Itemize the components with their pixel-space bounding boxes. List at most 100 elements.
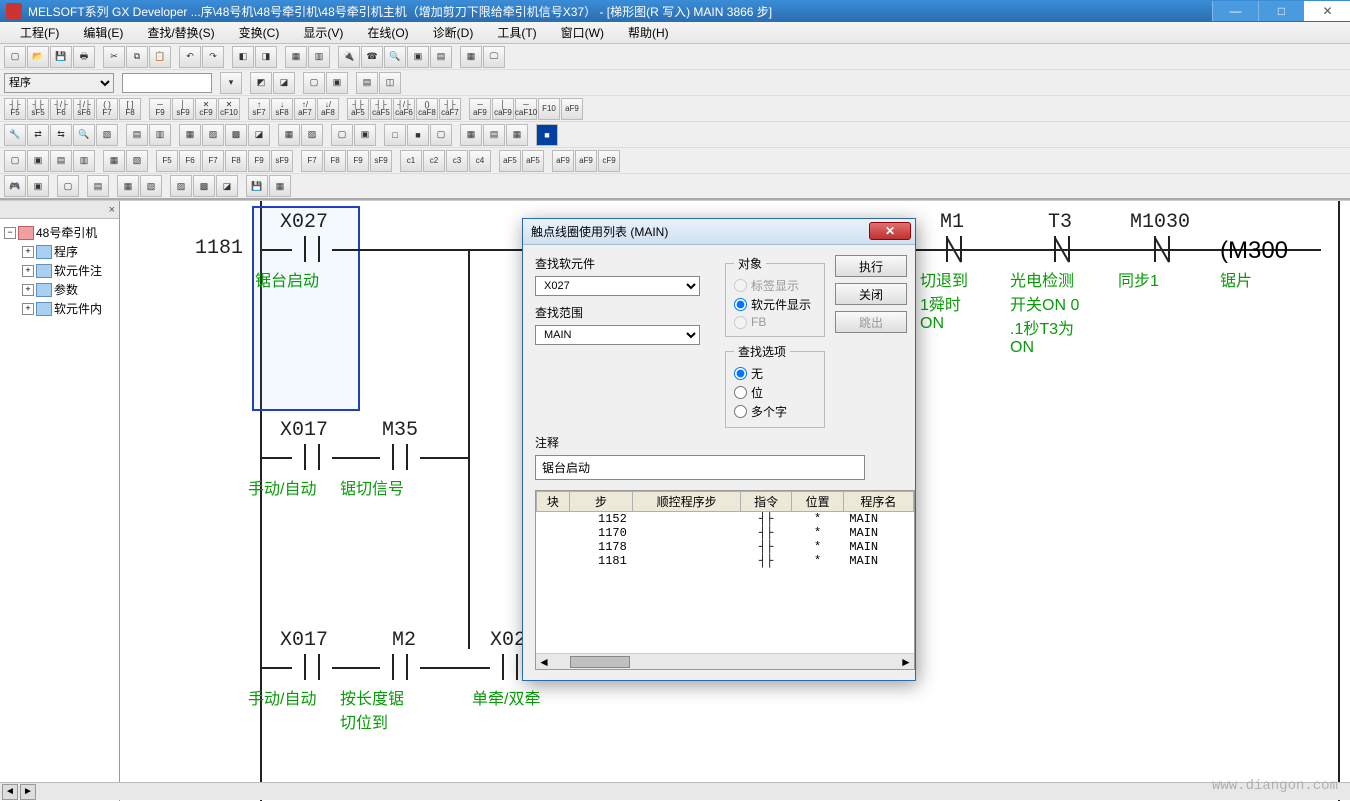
tbtn[interactable]: ✕cF10 bbox=[218, 98, 240, 120]
tbtn[interactable]: ▢ bbox=[4, 150, 26, 172]
tbtn[interactable]: F7 bbox=[202, 150, 224, 172]
menu-tools[interactable]: 工具(T) bbox=[485, 22, 548, 43]
tbtn[interactable]: ◪ bbox=[273, 72, 295, 94]
menu-project[interactable]: 工程(F) bbox=[8, 22, 71, 43]
menu-online[interactable]: 在线(O) bbox=[355, 22, 420, 43]
cut-icon[interactable]: ✂ bbox=[103, 46, 125, 68]
tbtn[interactable]: ┤├sF5 bbox=[27, 98, 49, 120]
collapse-icon[interactable]: − bbox=[4, 227, 16, 239]
tbtn[interactable]: ┤├caF5 bbox=[370, 98, 392, 120]
table-row[interactable]: 1181┤├*MAIN bbox=[537, 554, 914, 568]
menu-view[interactable]: 显示(V) bbox=[291, 22, 355, 43]
tree-node-param[interactable]: + 参数 bbox=[22, 280, 115, 299]
tbtn[interactable]: ◧ bbox=[232, 46, 254, 68]
menu-edit[interactable]: 编辑(E) bbox=[71, 22, 135, 43]
table-row[interactable]: 1152┤├*MAIN bbox=[537, 512, 914, 527]
tree-node-comment[interactable]: + 软元件注 bbox=[22, 261, 115, 280]
tbtn[interactable]: ▤ bbox=[356, 72, 378, 94]
tbtn[interactable]: 🖵 bbox=[483, 46, 505, 68]
tbtn[interactable]: ▢ bbox=[303, 72, 325, 94]
contact-no[interactable] bbox=[380, 654, 420, 680]
menu-help[interactable]: 帮助(H) bbox=[616, 22, 681, 43]
tbtn[interactable]: 🔌 bbox=[338, 46, 360, 68]
tbtn[interactable]: 🔍 bbox=[73, 124, 95, 146]
tbtn[interactable]: ▦ bbox=[460, 124, 482, 146]
tbtn[interactable]: ◪ bbox=[248, 124, 270, 146]
tbtn[interactable]: ─caF10 bbox=[515, 98, 537, 120]
tbtn[interactable]: sF9 bbox=[370, 150, 392, 172]
scroll-left-icon[interactable]: ◄ bbox=[2, 784, 18, 800]
tbtn[interactable]: ▩ bbox=[225, 124, 247, 146]
tbtn[interactable]: c2 bbox=[423, 150, 445, 172]
th-step[interactable]: 步 bbox=[569, 492, 633, 512]
minimize-button[interactable]: ― bbox=[1212, 1, 1258, 21]
tbtn[interactable]: ▦ bbox=[285, 46, 307, 68]
dialog-title-bar[interactable]: 触点线圈使用列表 (MAIN) ✕ bbox=[523, 219, 915, 245]
tbtn[interactable]: ▦ bbox=[117, 175, 139, 197]
tbtn[interactable]: ( )F7 bbox=[96, 98, 118, 120]
tbtn[interactable]: ◩ bbox=[250, 72, 272, 94]
scroll-thumb[interactable] bbox=[570, 656, 630, 668]
tbtn[interactable]: ↑/aF7 bbox=[294, 98, 316, 120]
tbtn[interactable]: aF5 bbox=[499, 150, 521, 172]
tbtn[interactable]: F6 bbox=[179, 150, 201, 172]
tbtn[interactable]: ▥ bbox=[149, 124, 171, 146]
contact-no[interactable] bbox=[292, 654, 332, 680]
tbtn[interactable]: ⇄ bbox=[27, 124, 49, 146]
tbtn[interactable]: [ ]F8 bbox=[119, 98, 141, 120]
th-inst[interactable]: 指令 bbox=[740, 492, 791, 512]
tbtn[interactable]: ▣ bbox=[354, 124, 376, 146]
tbtn[interactable]: ↓/aF8 bbox=[317, 98, 339, 120]
tbtn[interactable]: F5 bbox=[156, 150, 178, 172]
th-block[interactable]: 块 bbox=[537, 492, 570, 512]
open-icon[interactable]: 📂 bbox=[27, 46, 49, 68]
contact-no[interactable] bbox=[292, 236, 332, 262]
tbtn[interactable]: □ bbox=[384, 124, 406, 146]
scroll-right-icon[interactable]: ► bbox=[20, 784, 36, 800]
tbtn[interactable]: ▤ bbox=[430, 46, 452, 68]
copy-icon[interactable]: ⧉ bbox=[126, 46, 148, 68]
zoom-icon[interactable]: 🔍 bbox=[384, 46, 406, 68]
expand-icon[interactable]: + bbox=[22, 284, 34, 296]
tbtn[interactable]: ◨ bbox=[255, 46, 277, 68]
opt-bit-radio[interactable] bbox=[734, 386, 747, 399]
tbtn[interactable]: F10 bbox=[538, 98, 560, 120]
tbtn[interactable]: F9 bbox=[347, 150, 369, 172]
tree-root[interactable]: − 48号牵引机 bbox=[4, 223, 115, 242]
tbtn[interactable]: ▥ bbox=[308, 46, 330, 68]
maximize-button[interactable]: □ bbox=[1258, 1, 1304, 21]
contact-no[interactable] bbox=[380, 444, 420, 470]
tree-node-device[interactable]: + 软元件内 bbox=[22, 299, 115, 318]
th-prog[interactable]: 程序名 bbox=[843, 492, 913, 512]
dialog-close-button[interactable]: ✕ bbox=[869, 222, 911, 240]
tbtn[interactable]: 🔧 bbox=[4, 124, 26, 146]
tbtn[interactable]: ■ bbox=[536, 124, 558, 146]
table-row[interactable]: 1178┤├*MAIN bbox=[537, 540, 914, 554]
mode-input[interactable] bbox=[122, 73, 212, 93]
tbtn[interactable]: ✕cF9 bbox=[195, 98, 217, 120]
tbtn[interactable]: aF9 bbox=[561, 98, 583, 120]
target-device-radio[interactable] bbox=[734, 298, 747, 311]
tbtn[interactable]: ▣ bbox=[407, 46, 429, 68]
tbtn[interactable]: ▧ bbox=[126, 150, 148, 172]
output-coil[interactable]: (M300 bbox=[1220, 237, 1288, 265]
tbtn[interactable]: ┤├F5 bbox=[4, 98, 26, 120]
tbtn[interactable]: ▤ bbox=[50, 150, 72, 172]
tbtn[interactable]: ▦ bbox=[103, 150, 125, 172]
tbtn[interactable]: 🎮 bbox=[4, 175, 26, 197]
new-icon[interactable]: ▢ bbox=[4, 46, 26, 68]
tbtn[interactable]: ▨ bbox=[170, 175, 192, 197]
expand-icon[interactable]: + bbox=[22, 303, 34, 315]
tbtn[interactable]: ▧ bbox=[140, 175, 162, 197]
tbtn[interactable]: ┤/├F6 bbox=[50, 98, 72, 120]
tbtn[interactable]: sF9 bbox=[271, 150, 293, 172]
result-table[interactable]: 块 步 顺控程序步 指令 位置 程序名 1152┤├*MAIN1170┤├*MA… bbox=[536, 491, 914, 568]
bottom-scrollbar[interactable]: ◄ ► bbox=[0, 782, 1350, 800]
tbtn[interactable]: │caF9 bbox=[492, 98, 514, 120]
contact-nc[interactable] bbox=[1042, 236, 1082, 262]
tbtn[interactable]: ▣ bbox=[27, 175, 49, 197]
tbtn[interactable]: ↓sF8 bbox=[271, 98, 293, 120]
tbtn[interactable]: F8 bbox=[225, 150, 247, 172]
th-pos[interactable]: 位置 bbox=[792, 492, 843, 512]
contact-no[interactable] bbox=[292, 444, 332, 470]
